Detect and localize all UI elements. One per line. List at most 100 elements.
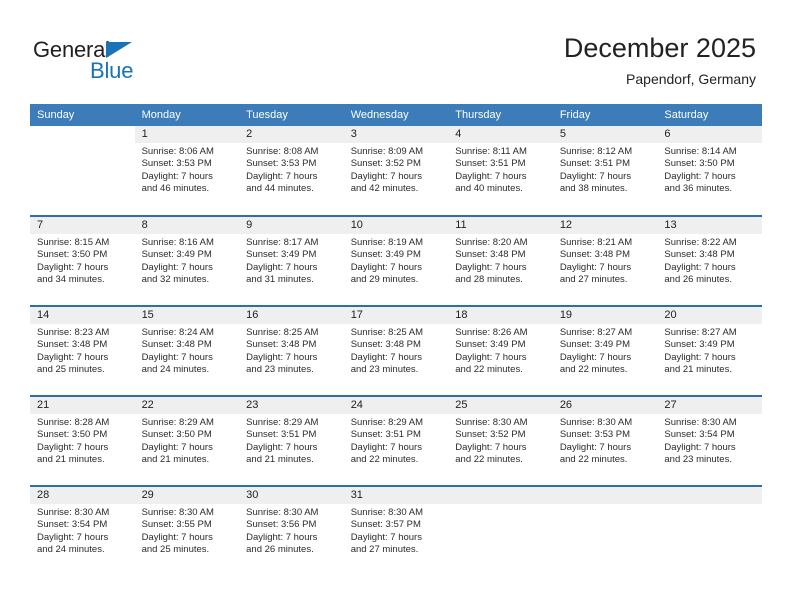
day-cell-inner: 31 Sunrise: 8:30 AM Sunset: 3:57 PM Dayligh… <box>343 487 449 575</box>
day-cell-details: Sunrise: 8:30 AM Sunset: 3:56 PM Daylight:… <box>239 504 344 557</box>
day-cell-details: Sunrise: 8:16 AM Sunset: 3:49 PM Daylight:… <box>135 234 240 287</box>
daylight-text-line2: and 27 minutes. <box>350 544 419 556</box>
calendar-day-cell[interactable]: 1 Sunrise: 8:06 AM Sunset: 3:53 PM Daylight… <box>134 126 240 216</box>
day-cell-inner <box>30 126 135 214</box>
daylight-text-line2: and 21 minutes. <box>246 454 314 466</box>
calendar-day-cell[interactable]: 22 Sunrise: 8:29 AM Sunset: 3:50 PM Dayligh… <box>134 395 240 486</box>
day-number: 10 <box>343 217 449 234</box>
day-cell-details <box>553 504 658 507</box>
calendar-day-cell[interactable]: 18 Sunrise: 8:26 AM Sunset: 3:49 PM Dayligh… <box>448 305 553 396</box>
calendar-day-cell[interactable]: 30 Sunrise: 8:30 AM Sunset: 3:56 PM Dayligh… <box>239 485 344 576</box>
calendar-day-cell[interactable]: 14 Sunrise: 8:23 AM Sunset: 3:48 PM Dayligh… <box>30 305 135 396</box>
sunrise-text: Sunrise: 8:09 AM <box>350 146 424 157</box>
calendar-day-cell[interactable]: 11 Sunrise: 8:20 AM Sunset: 3:48 PM Dayligh… <box>448 215 553 306</box>
sunrise-text: Sunrise: 8:30 AM <box>455 417 528 428</box>
calendar-day-cell[interactable]: 25 Sunrise: 8:30 AM Sunset: 3:52 PM Dayligh… <box>448 395 553 486</box>
day-number: 20 <box>657 307 762 324</box>
calendar-day-cell[interactable]: 5 Sunrise: 8:12 AM Sunset: 3:51 PM Daylight… <box>552 126 658 216</box>
day-number: 3 <box>343 126 449 143</box>
daylight-text-line2: and 21 minutes. <box>37 454 105 466</box>
day-number: 12 <box>552 217 658 234</box>
day-cell-inner: 29 Sunrise: 8:30 AM Sunset: 3:55 PM Dayligh… <box>134 487 240 575</box>
day-cell-inner: 19 Sunrise: 8:27 AM Sunset: 3:49 PM Dayligh… <box>552 307 658 395</box>
day-cell-details <box>30 143 135 146</box>
day-number: 8 <box>134 217 240 234</box>
calendar-day-cell[interactable]: 9 Sunrise: 8:17 AM Sunset: 3:49 PM Daylight… <box>239 215 344 306</box>
calendar-day-cell[interactable]: 4 Sunrise: 8:11 AM Sunset: 3:51 PM Daylight… <box>448 126 553 216</box>
daylight-text-line1: Daylight: 7 hours <box>37 261 109 273</box>
calendar-day-cell[interactable]: 26 Sunrise: 8:30 AM Sunset: 3:53 PM Dayligh… <box>552 395 658 486</box>
general-blue-logo[interactable]: General Blue <box>33 38 213 86</box>
calendar-day-cell[interactable]: 10 Sunrise: 8:19 AM Sunset: 3:49 PM Dayligh… <box>343 215 449 306</box>
daylight-text-line1: Daylight: 7 hours <box>455 170 527 182</box>
calendar-day-cell[interactable]: 23 Sunrise: 8:29 AM Sunset: 3:51 PM Dayligh… <box>239 395 344 486</box>
daylight-text-line1: Daylight: 7 hours <box>559 441 632 453</box>
sunset-text: Sunset: 3:50 PM <box>664 158 735 170</box>
day-number: 2 <box>239 126 344 143</box>
calendar-day-cell[interactable]: 15 Sunrise: 8:24 AM Sunset: 3:48 PM Dayligh… <box>134 305 240 396</box>
day-cell-inner: 16 Sunrise: 8:25 AM Sunset: 3:48 PM Dayligh… <box>239 307 344 395</box>
calendar-day-cell[interactable]: 12 Sunrise: 8:21 AM Sunset: 3:48 PM Dayligh… <box>552 215 658 306</box>
calendar-day-cell-empty <box>448 485 553 576</box>
calendar-day-cell[interactable]: 20 Sunrise: 8:27 AM Sunset: 3:49 PM Dayligh… <box>657 305 762 396</box>
sunset-text: Sunset: 3:49 PM <box>246 249 317 261</box>
day-number: 1 <box>134 126 240 143</box>
calendar-day-cell[interactable]: 7 Sunrise: 8:15 AM Sunset: 3:50 PM Daylight… <box>30 215 135 306</box>
calendar-week-row: 28 Sunrise: 8:30 AM Sunset: 3:54 PM Dayligh… <box>30 485 762 576</box>
day-cell-details: Sunrise: 8:22 AM Sunset: 3:48 PM Daylight:… <box>657 234 762 287</box>
sunset-text: Sunset: 3:48 PM <box>246 339 317 351</box>
calendar-day-cell[interactable]: 13 Sunrise: 8:22 AM Sunset: 3:48 PM Dayligh… <box>657 215 762 306</box>
day-cell-inner: 12 Sunrise: 8:21 AM Sunset: 3:48 PM Dayligh… <box>552 217 658 305</box>
sunrise-text: Sunrise: 8:15 AM <box>37 237 110 248</box>
calendar-day-cell[interactable]: 17 Sunrise: 8:25 AM Sunset: 3:48 PM Dayligh… <box>343 305 449 396</box>
day-cell-details: Sunrise: 8:19 AM Sunset: 3:49 PM Daylight:… <box>344 234 449 287</box>
sunrise-text: Sunrise: 8:30 AM <box>350 507 424 518</box>
calendar-day-cell[interactable]: 24 Sunrise: 8:29 AM Sunset: 3:51 PM Dayligh… <box>343 395 449 486</box>
calendar-day-cell[interactable]: 19 Sunrise: 8:27 AM Sunset: 3:49 PM Dayligh… <box>552 305 658 396</box>
day-number: 24 <box>343 397 449 414</box>
daylight-text-line2: and 24 minutes. <box>141 364 210 376</box>
calendar-week-row: 7 Sunrise: 8:15 AM Sunset: 3:50 PM Daylight… <box>30 215 762 306</box>
daylight-text-line1: Daylight: 7 hours <box>350 531 422 543</box>
day-number: 13 <box>657 217 762 234</box>
daylight-text-line1: Daylight: 7 hours <box>455 351 527 363</box>
calendar-day-cell[interactable]: 2 Sunrise: 8:08 AM Sunset: 3:53 PM Daylight… <box>239 126 344 216</box>
calendar-day-cell[interactable]: 21 Sunrise: 8:28 AM Sunset: 3:50 PM Dayligh… <box>30 395 135 486</box>
sunrise-text: Sunrise: 8:30 AM <box>246 507 319 518</box>
calendar-day-cell[interactable]: 8 Sunrise: 8:16 AM Sunset: 3:49 PM Daylight… <box>134 215 240 306</box>
calendar-day-cell[interactable]: 16 Sunrise: 8:25 AM Sunset: 3:48 PM Dayligh… <box>239 305 344 396</box>
day-cell-inner: 14 Sunrise: 8:23 AM Sunset: 3:48 PM Dayligh… <box>30 307 135 395</box>
calendar-day-cell-empty <box>657 485 762 576</box>
day-cell-details: Sunrise: 8:23 AM Sunset: 3:48 PM Daylight:… <box>30 324 135 377</box>
day-cell-details: Sunrise: 8:08 AM Sunset: 3:53 PM Daylight:… <box>239 143 344 196</box>
daylight-text-line2: and 24 minutes. <box>37 544 105 556</box>
day-cell-inner: 24 Sunrise: 8:29 AM Sunset: 3:51 PM Dayligh… <box>343 397 449 485</box>
daylight-text-line2: and 38 minutes. <box>559 183 628 195</box>
calendar-day-cell[interactable]: 3 Sunrise: 8:09 AM Sunset: 3:52 PM Daylight… <box>343 126 449 216</box>
day-cell-inner: 3 Sunrise: 8:09 AM Sunset: 3:52 PM Daylight… <box>343 126 449 214</box>
calendar-day-cell[interactable]: 31 Sunrise: 8:30 AM Sunset: 3:57 PM Dayligh… <box>343 485 449 576</box>
calendar-day-cell[interactable]: 6 Sunrise: 8:14 AM Sunset: 3:50 PM Daylight… <box>657 126 762 216</box>
sunrise-text: Sunrise: 8:30 AM <box>141 507 214 518</box>
sunrise-text: Sunrise: 8:28 AM <box>37 417 110 428</box>
day-cell-details: Sunrise: 8:24 AM Sunset: 3:48 PM Daylight:… <box>135 324 240 377</box>
day-of-week-monday: Monday <box>134 104 240 126</box>
sunset-text: Sunset: 3:51 PM <box>350 429 421 441</box>
sunset-text: Sunset: 3:49 PM <box>664 339 735 351</box>
calendar-day-cell[interactable]: 28 Sunrise: 8:30 AM Sunset: 3:54 PM Dayligh… <box>30 485 135 576</box>
daylight-text-line1: Daylight: 7 hours <box>246 170 318 182</box>
sunset-text: Sunset: 3:48 PM <box>559 249 631 261</box>
day-of-week-wednesday: Wednesday <box>343 104 449 126</box>
day-number: 17 <box>343 307 449 324</box>
day-cell-details: Sunrise: 8:21 AM Sunset: 3:48 PM Daylight:… <box>553 234 658 287</box>
calendar-day-cell[interactable]: 29 Sunrise: 8:30 AM Sunset: 3:55 PM Dayligh… <box>134 485 240 576</box>
day-cell-details: Sunrise: 8:30 AM Sunset: 3:52 PM Daylight:… <box>448 414 553 467</box>
day-number: 16 <box>239 307 344 324</box>
sunrise-text: Sunrise: 8:23 AM <box>37 327 110 338</box>
daylight-text-line2: and 36 minutes. <box>664 183 732 195</box>
calendar-day-cell[interactable]: 27 Sunrise: 8:30 AM Sunset: 3:54 PM Dayligh… <box>657 395 762 486</box>
day-number: 25 <box>448 397 553 414</box>
sunrise-text: Sunrise: 8:16 AM <box>141 237 214 248</box>
sunset-text: Sunset: 3:50 PM <box>141 429 212 441</box>
day-of-week-tuesday: Tuesday <box>239 104 344 126</box>
